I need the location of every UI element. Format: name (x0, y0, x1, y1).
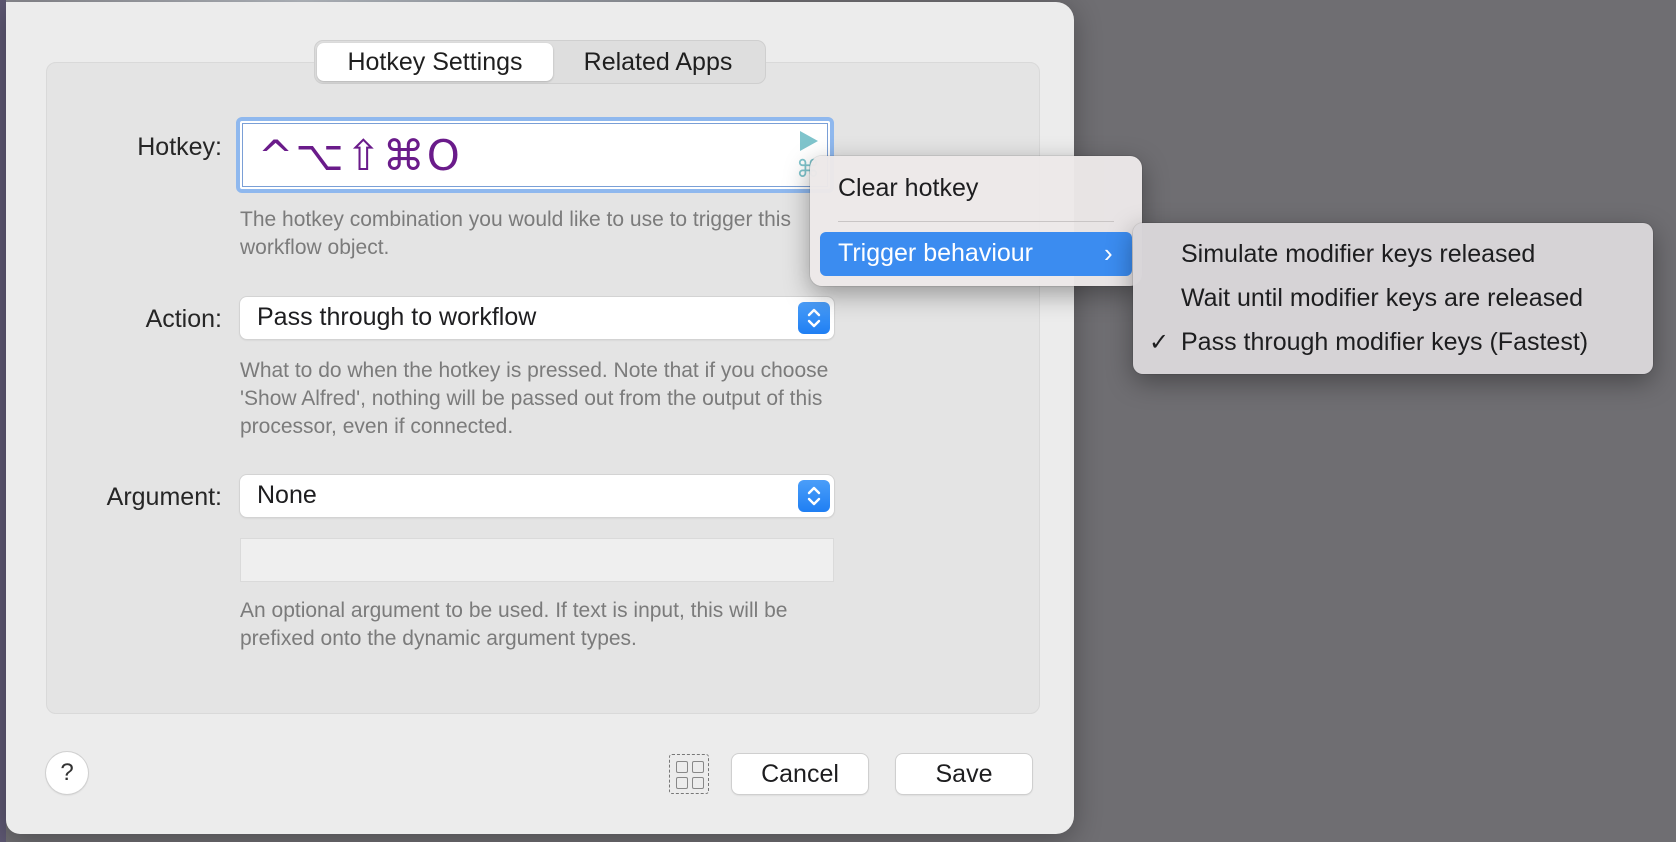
checkmark-icon: ✓ (1149, 329, 1170, 356)
argument-help-text: An optional argument to be used. If text… (240, 599, 788, 650)
menu-separator (838, 221, 1114, 222)
menu-item-clear-hotkey[interactable]: Clear hotkey (838, 174, 978, 203)
chevron-right-icon: › (1104, 238, 1113, 268)
menu-item-trigger-behaviour[interactable]: Trigger behaviour › (820, 232, 1132, 276)
play-icon[interactable] (800, 131, 818, 151)
submenu-item-pass-through[interactable]: Pass through modifier keys (Fastest) (1181, 328, 1588, 357)
tab-bar: Hotkey Settings Related Apps (314, 40, 766, 84)
tab-related-apps[interactable]: Related Apps (553, 43, 763, 81)
submenu-item-simulate[interactable]: Simulate modifier keys released (1181, 240, 1535, 269)
tab-hotkey-settings[interactable]: Hotkey Settings (317, 43, 553, 81)
argument-select-value: None (257, 481, 317, 509)
help-button[interactable]: ? (46, 752, 88, 794)
hotkey-label: Hotkey: (137, 133, 222, 161)
save-button[interactable]: Save (896, 754, 1032, 794)
hotkey-value: ^⌥⇧⌘O (258, 131, 462, 180)
cancel-button[interactable]: Cancel (732, 754, 868, 794)
action-select[interactable]: Pass through to workflow (240, 297, 834, 339)
stepper-icon[interactable] (798, 302, 830, 334)
hotkey-context-menu: Clear hotkey Trigger behaviour › (810, 156, 1142, 286)
trigger-behaviour-submenu: Simulate modifier keys released Wait unt… (1133, 223, 1653, 374)
submenu-item-wait[interactable]: Wait until modifier keys are released (1181, 284, 1583, 313)
hotkey-help-text: The hotkey combination you would like to… (240, 208, 791, 259)
argument-select[interactable]: None (240, 475, 834, 517)
argument-text-input[interactable] (240, 538, 834, 582)
action-label: Action: (145, 305, 222, 333)
grid-icon[interactable] (669, 754, 709, 794)
action-select-value: Pass through to workflow (257, 303, 537, 331)
action-help-text: What to do when the hotkey is pressed. N… (240, 359, 829, 438)
hotkey-field[interactable]: ^⌥⇧⌘O ⌘ (236, 117, 834, 193)
argument-label: Argument: (106, 483, 222, 511)
menu-item-label: Trigger behaviour (838, 239, 1034, 267)
stepper-icon[interactable] (798, 480, 830, 512)
